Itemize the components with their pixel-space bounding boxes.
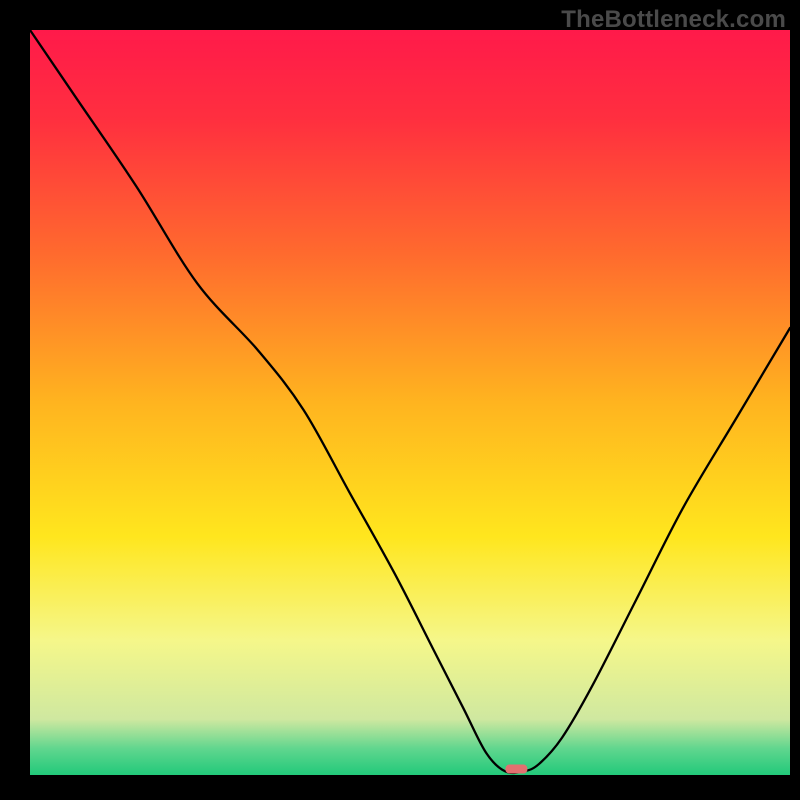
frame-right (790, 0, 800, 800)
optimal-marker (505, 765, 527, 774)
watermark-text: TheBottleneck.com (561, 6, 786, 34)
plot-background (30, 30, 790, 775)
bottleneck-chart: TheBottleneck.com (0, 0, 800, 800)
frame-left (0, 0, 30, 800)
chart-svg (0, 0, 800, 800)
frame-bottom (0, 775, 800, 800)
